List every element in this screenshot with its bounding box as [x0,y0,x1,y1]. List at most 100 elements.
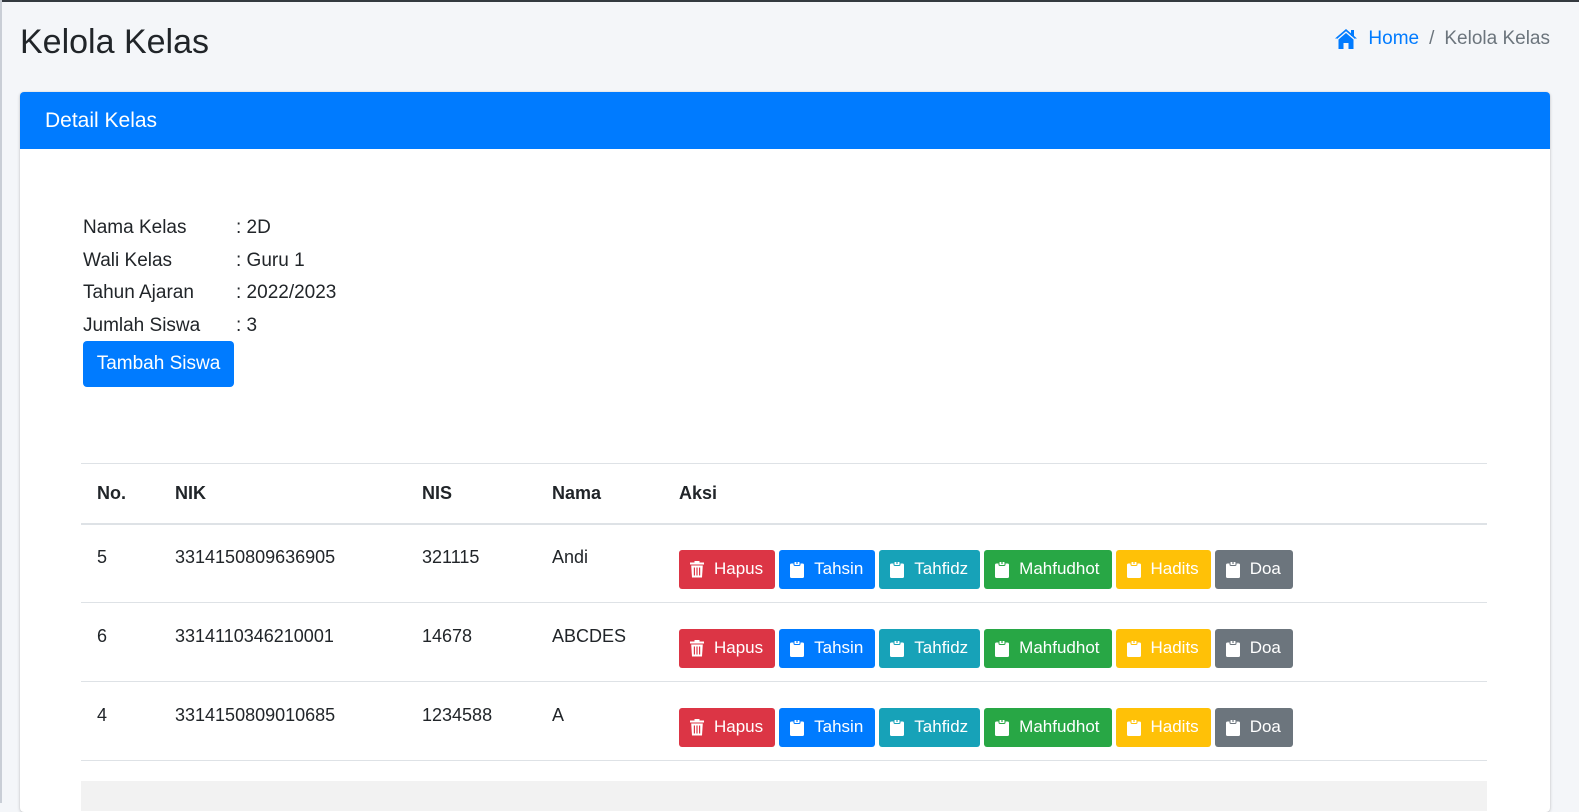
table-row: 4 3314150809010685 1234588 A Hapus Tahsin Tahf… [81,681,1487,761]
breadcrumb-home-label: Home [1368,28,1420,49]
class-info: Nama Kelas : 2D Wali Kelas : Guru 1 Tahu… [83,212,336,342]
tahsin-button[interactable]: Tahsin [779,628,876,668]
mahfudhot-button[interactable]: Mahfudhot [984,628,1112,668]
clipboard-icon [1225,639,1240,657]
clipboard-icon [790,560,805,578]
breadcrumb-active: Kelola Kelas [1444,28,1550,49]
info-row-wali-kelas: Wali Kelas : Guru 1 [83,245,336,278]
column-header-nik: NIK [159,463,406,525]
button-label: Doa [1249,559,1281,579]
card-header: Detail Kelas [20,92,1550,149]
cell-nama: Andi [536,523,663,603]
button-label: Doa [1249,638,1281,657]
trash-icon [690,718,704,735]
info-label: Tahun Ajaran [83,282,194,303]
hadits-button[interactable]: Hadits [1115,549,1211,589]
cell-nama: A [536,681,663,761]
content-header: Kelola Kelas Home / Kelola Kelas [20,18,1550,68]
cell-nis: 321115 [406,523,536,603]
doa-button[interactable]: Doa [1214,628,1293,668]
hapus-button[interactable]: Hapus [679,549,776,589]
hapus-button[interactable]: Hapus [679,707,776,747]
cell-nama: ABCDES [536,602,663,682]
breadcrumb: Home / Kelola Kelas [1334,26,1550,52]
clipboard-icon [995,718,1010,736]
doa-button[interactable]: Doa [1214,707,1293,747]
column-header-no: No. [81,463,159,525]
button-label: Hadits [1150,559,1199,579]
breadcrumb-home-link[interactable]: Home [1334,26,1419,52]
button-label: Tahfidz [914,638,969,657]
table-header-row: No. NIK NIS Nama Aksi [81,463,1487,525]
clipboard-icon [890,639,905,657]
page-title: Kelola Kelas [20,23,210,61]
action-buttons: Hapus Tahsin Tahfidz Mahfudhot Hadits Doa [679,696,1487,747]
button-label: Tahfidz [914,559,969,579]
cell-no: 4 [81,681,159,761]
clipboard-icon [890,718,905,736]
info-value: : 2022/2023 [236,282,337,303]
cell-nis: 14678 [406,602,536,682]
window-top-border [0,0,1579,2]
sidebar-edge [0,0,2,803]
cell-no: 5 [81,523,159,603]
mahfudhot-button[interactable]: Mahfudhot [984,549,1112,589]
button-label: Tahsin [814,638,864,657]
button-label: Mahfudhot [1019,559,1100,579]
cell-nik: 3314150809010685 [159,681,406,761]
info-value: : Guru 1 [236,249,305,271]
cell-nis: 1234588 [406,681,536,761]
info-row-jumlah-siswa: Jumlah Siswa : 3 [83,310,336,343]
cell-actions: Hapus Tahsin Tahfidz Mahfudhot Hadits Doa [663,602,1487,682]
cell-nik: 3314110346210001 [159,602,406,682]
button-label: Hapus [714,638,764,657]
clipboard-icon [790,718,805,736]
button-label: Tahfidz [914,717,969,736]
tahsin-button[interactable]: Tahsin [779,549,876,589]
detail-card: Detail Kelas Nama Kelas : 2D Wali Kelas … [20,92,1550,812]
button-label: Hapus [714,559,764,579]
table-footer [81,781,1487,811]
tahfidz-button[interactable]: Tahfidz [879,628,981,668]
hadits-button[interactable]: Hadits [1115,628,1211,668]
clipboard-icon [995,560,1010,578]
button-label: Tahsin [814,559,864,579]
tahsin-button[interactable]: Tahsin [779,707,876,747]
clipboard-icon [1126,639,1141,657]
clipboard-icon [1225,718,1240,736]
add-student-button[interactable]: Tambah Siswa [83,341,234,387]
clipboard-icon [1126,718,1141,736]
button-label: Tahsin [814,717,864,736]
button-label: Doa [1249,717,1281,736]
card-title: Detail Kelas [45,108,158,132]
button-label: Mahfudhot [1019,717,1100,736]
info-value: : 2D [236,217,271,238]
tahfidz-button[interactable]: Tahfidz [879,707,981,747]
info-label: Wali Kelas [83,249,173,271]
clipboard-icon [1225,560,1240,578]
trash-icon [690,560,704,578]
button-label: Mahfudhot [1019,638,1100,657]
info-value: : 3 [236,314,258,336]
hadits-button[interactable]: Hadits [1115,707,1211,747]
doa-button[interactable]: Doa [1214,549,1293,589]
button-label: Hadits [1150,717,1199,736]
mahfudhot-button[interactable]: Mahfudhot [984,707,1112,747]
home-icon [1335,29,1358,49]
hapus-button[interactable]: Hapus [679,628,776,668]
breadcrumb-separator: / [1429,28,1435,49]
clipboard-icon [890,560,905,578]
table-row: 6 3314110346210001 14678 ABCDES Hapus Tahsin T… [81,602,1487,682]
action-buttons: Hapus Tahsin Tahfidz Mahfudhot Hadits Doa [679,617,1487,668]
table-row: 5 3314150809636905 321115 Andi Hapus Tahsin Ta… [81,523,1487,603]
info-label: Jumlah Siswa [83,314,201,336]
student-table: No. NIK NIS Nama Aksi 5 3314150809636905 3… [81,463,1487,761]
cell-nik: 3314150809636905 [159,523,406,603]
info-label: Nama Kelas [83,217,187,238]
cell-actions: Hapus Tahsin Tahfidz Mahfudhot Hadits Doa [663,681,1487,761]
button-label: Hapus [714,717,764,736]
tahfidz-button[interactable]: Tahfidz [879,549,981,589]
clipboard-icon [995,639,1010,657]
cell-actions: Hapus Tahsin Tahfidz Mahfudhot Hadits Doa [663,523,1487,603]
action-buttons: Hapus Tahsin Tahfidz Mahfudhot Hadits Doa [679,538,1487,589]
